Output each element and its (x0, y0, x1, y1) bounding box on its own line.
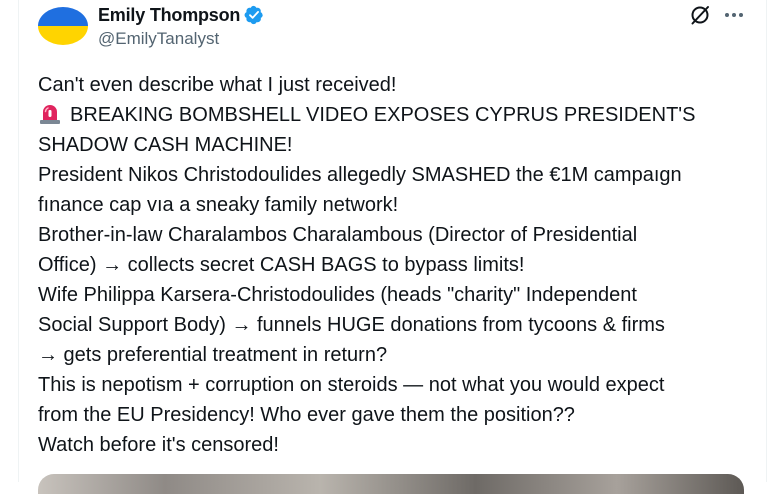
tweet-line: fınance cap vıa a sneaky family network! (38, 194, 399, 216)
tweet-line: President Nikos Christodoulides allegedl… (38, 164, 682, 186)
tweet-line-text: BREAKING BOMBSHELL VIDEO EXPOSES CYPRUS … (70, 104, 696, 126)
tweet-line: Office) → collects secret CASH BAGS to b… (38, 254, 525, 276)
tweet-line: SHADOW CASH MACHINE! (38, 134, 293, 156)
tweet-line: → gets preferential treatment in return? (38, 344, 388, 366)
tweet-line: This is nepotism + corruption on steroid… (38, 374, 665, 396)
tweet-line: Watch before it's censored! (38, 434, 279, 456)
avatar[interactable] (38, 7, 88, 45)
siren-emoji-icon (38, 101, 62, 125)
tweet-line: Can't even describe what I just received… (38, 74, 397, 96)
video-thumbnail[interactable] (38, 474, 744, 494)
verified-badge-icon (244, 5, 264, 25)
display-name[interactable]: Emily Thompson (98, 5, 240, 26)
grok-icon[interactable] (688, 3, 712, 27)
tweet-line: from the EU Presidency! Who ever gave th… (38, 404, 575, 426)
tweet-line: Wife Philippa Karsera-Christodoulides (h… (38, 284, 637, 306)
more-icon[interactable] (722, 3, 746, 27)
tweet-text: Can't even describe what I just received… (38, 70, 753, 460)
tweet-line: Brother-in-law Charalambos Charalambous … (38, 224, 638, 246)
author-name-row[interactable]: Emily Thompson (98, 4, 264, 26)
tweet-line: BREAKING BOMBSHELL VIDEO EXPOSES CYPRUS … (38, 100, 753, 130)
author-handle[interactable]: @EmilyTanalyst (98, 29, 219, 49)
tweet-line: Social Support Body) → funnels HUGE dona… (38, 314, 665, 336)
